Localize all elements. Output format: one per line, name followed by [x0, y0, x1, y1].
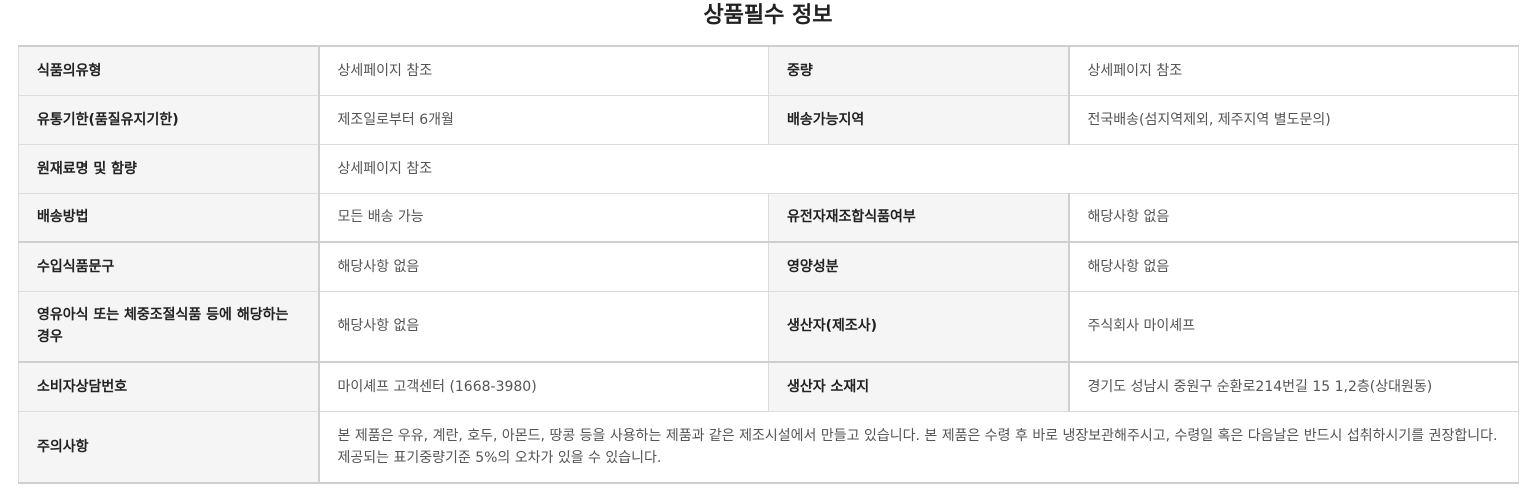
row-value: 전국배송(섬지역제외, 제주지역 별도문의) — [1068, 94, 1519, 144]
row-value: 상세페이지 참조 — [1068, 45, 1519, 95]
row-label: 주의사항 — [18, 410, 320, 483]
product-info-table: 식품의유형 상세페이지 참조 중량 상세페이지 참조 유통기한(품질유지기한) … — [18, 45, 1519, 484]
row-value: 제조일로부터 6개월 — [318, 94, 769, 144]
row-value: 본 제품은 우유, 계란, 호두, 아몬드, 땅콩 등을 사용하는 제품과 같은… — [318, 410, 1519, 483]
row-label: 생산자 소재지 — [768, 361, 1070, 411]
row-label: 중량 — [768, 45, 1070, 95]
row-label: 영유아식 또는 체중조절식품 등에 해당하는 경우 — [18, 290, 320, 362]
row-value: 해당사항 없음 — [1068, 192, 1519, 242]
table-row: 배송방법 모든 배송 가능 유전자재조합식품여부 해당사항 없음 — [18, 192, 1519, 242]
row-value: 상세페이지 참조 — [318, 45, 769, 95]
row-value: 상세페이지 참조 — [318, 143, 1519, 193]
row-value: 모든 배송 가능 — [318, 192, 769, 242]
table-row: 수입식품문구 해당사항 없음 영양성분 해당사항 없음 — [18, 241, 1519, 291]
table-row: 유통기한(품질유지기한) 제조일로부터 6개월 배송가능지역 전국배송(섬지역제… — [18, 94, 1519, 144]
row-label: 영양성분 — [768, 241, 1070, 291]
table-row: 식품의유형 상세페이지 참조 중량 상세페이지 참조 — [18, 45, 1519, 95]
row-label: 수입식품문구 — [18, 241, 320, 291]
row-label: 생산자(제조사) — [768, 290, 1070, 362]
row-label: 원재료명 및 함량 — [18, 143, 320, 193]
table-row: 주의사항 본 제품은 우유, 계란, 호두, 아몬드, 땅콩 등을 사용하는 제… — [18, 410, 1519, 483]
row-label: 유전자재조합식품여부 — [768, 192, 1070, 242]
table-row: 원재료명 및 함량 상세페이지 참조 — [18, 143, 1519, 193]
row-value: 해당사항 없음 — [318, 290, 769, 362]
row-label: 배송가능지역 — [768, 94, 1070, 144]
page-title: 상품필수 정보 — [703, 3, 833, 28]
row-label: 배송방법 — [18, 192, 320, 242]
row-value: 주식회사 마이셰프 — [1068, 290, 1519, 362]
row-label: 소비자상담번호 — [18, 361, 320, 411]
row-value: 해당사항 없음 — [318, 241, 769, 291]
row-value: 경기도 성남시 중원구 순환로214번길 15 1,2층(상대원동) — [1068, 361, 1519, 411]
row-label: 식품의유형 — [18, 45, 320, 95]
row-value: 마이셰프 고객센터 (1668-3980) — [318, 361, 769, 411]
table-row: 소비자상담번호 마이셰프 고객센터 (1668-3980) 생산자 소재지 경기… — [18, 361, 1519, 411]
table-row: 영유아식 또는 체중조절식품 등에 해당하는 경우 해당사항 없음 생산자(제조… — [18, 290, 1519, 362]
row-value: 해당사항 없음 — [1068, 241, 1519, 291]
row-label: 유통기한(품질유지기한) — [18, 94, 320, 144]
